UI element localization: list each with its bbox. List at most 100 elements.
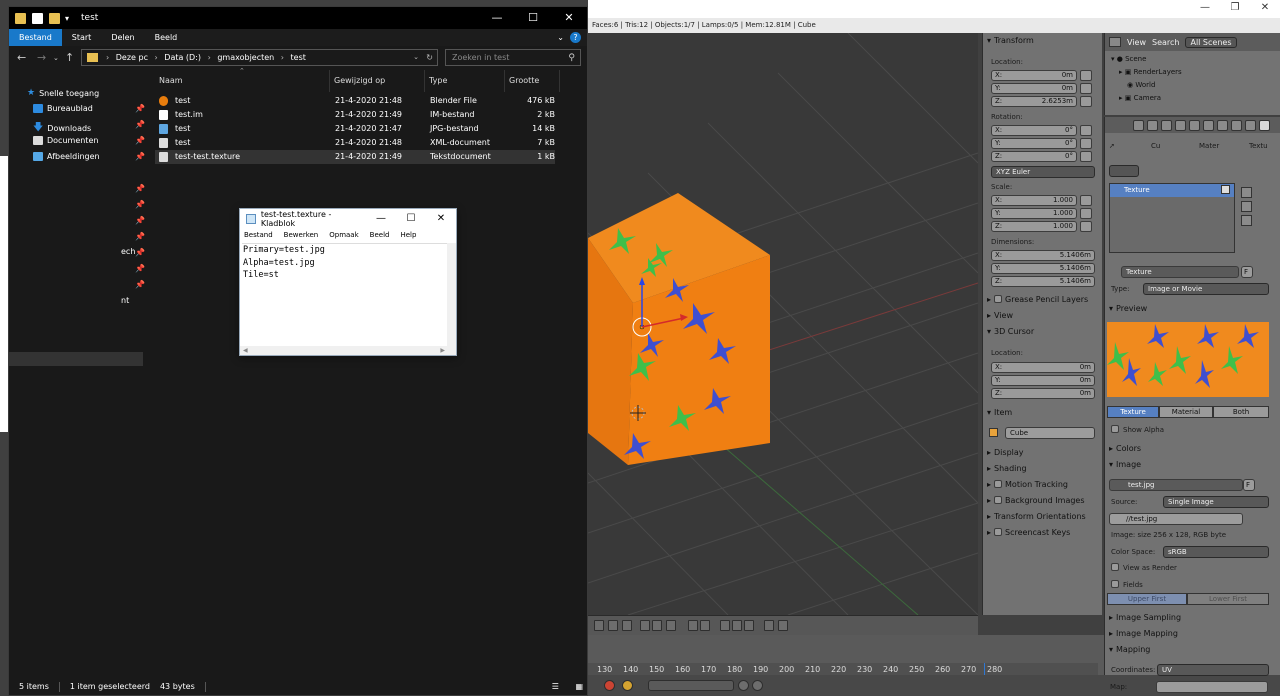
large-icons-view-icon[interactable]: ▦	[565, 682, 583, 691]
view-menu-button[interactable]	[594, 620, 604, 631]
search-input[interactable]: Zoeken in test ⚲	[445, 49, 581, 66]
minimize-icon[interactable]: —	[479, 7, 515, 29]
texture-context-switch[interactable]	[1109, 165, 1139, 177]
scale-z-field[interactable]: Z: 1.000	[991, 221, 1077, 232]
image-sampling-panel-header[interactable]: Image Sampling	[1109, 613, 1181, 622]
location-y-field[interactable]: Y: 0m	[991, 83, 1077, 94]
file-row[interactable]: test 21-4-2020 21:47 JPG-bestand 14 kB	[155, 122, 555, 136]
uv-map-field[interactable]	[1156, 681, 1268, 693]
file-row[interactable]: test 21-4-2020 21:48 Blender File 476 kB	[155, 94, 555, 108]
display-panel-header[interactable]: Display	[987, 448, 1024, 457]
up-arrow-icon[interactable]: ↑	[65, 51, 74, 64]
render-tab-icon[interactable]	[1133, 120, 1144, 131]
3d-cursor-panel-header[interactable]: 3D Cursor	[987, 327, 1034, 336]
column-divider[interactable]	[504, 70, 505, 92]
pin-icon[interactable]: ➚	[1109, 142, 1115, 150]
preview-material-tab[interactable]: Material	[1159, 406, 1213, 418]
background-images-panel-header[interactable]: Background Images	[987, 496, 1085, 505]
keyframe-icon[interactable]	[622, 680, 633, 691]
nav-item-quick-access[interactable]: ★ Snelle toegang	[27, 88, 99, 98]
context-object[interactable]: Cu	[1151, 142, 1160, 150]
outliner-search-menu[interactable]: Search	[1152, 38, 1179, 47]
3d-viewport[interactable]	[588, 33, 978, 615]
object-menu-button[interactable]	[640, 620, 650, 631]
preview-panel-header[interactable]: Preview	[1109, 304, 1147, 313]
display-mode-dropdown[interactable]: All Scenes	[1185, 36, 1237, 48]
keying-set-field[interactable]	[648, 680, 734, 691]
new-folder-quick-access-icon[interactable]	[49, 12, 60, 24]
image-source-dropdown[interactable]: Single Image	[1163, 496, 1269, 508]
nav-item-selected[interactable]	[9, 352, 143, 366]
recent-locations-icon[interactable]: ⌄	[53, 54, 59, 62]
texture-datablock-field[interactable]: Texture	[1121, 266, 1239, 278]
breadcrumb-test[interactable]: test	[291, 53, 306, 62]
lock-icon[interactable]	[1080, 96, 1092, 107]
scale-x-field[interactable]: X: 1.000	[991, 195, 1077, 206]
tab-start[interactable]: Start	[62, 29, 102, 46]
grease-pencil-panel-header[interactable]: Grease Pencil Layers	[987, 295, 1088, 304]
data-tab-icon[interactable]	[1231, 120, 1242, 131]
file-row[interactable]: test 21-4-2020 21:48 XML-document 7 kB	[155, 136, 555, 150]
column-divider[interactable]	[329, 70, 330, 92]
location-z-field[interactable]: Z: 2.6253m	[991, 96, 1077, 107]
nav-item-fragment[interactable]: nt	[121, 296, 129, 305]
cursor-y-field[interactable]: Y: 0m	[991, 375, 1095, 386]
tab-beeld[interactable]: Beeld	[145, 29, 188, 46]
scale-y-field[interactable]: Y: 1.000	[991, 208, 1077, 219]
menu-opmaak[interactable]: Opmaak	[329, 229, 358, 242]
column-header-name[interactable]: Naam	[159, 76, 183, 85]
preview-texture-tab[interactable]: Texture	[1107, 406, 1159, 418]
column-header-date[interactable]: Gewijzigd op	[334, 76, 385, 85]
lock-icon[interactable]	[1080, 195, 1092, 206]
menu-help[interactable]: Help	[400, 229, 416, 242]
lower-first-button[interactable]: Lower First	[1187, 593, 1269, 605]
column-divider[interactable]	[424, 70, 425, 92]
minimize-icon[interactable]: —	[366, 209, 396, 229]
breadcrumb-data-d[interactable]: Data (D:)	[164, 53, 201, 62]
properties-quick-access-icon[interactable]	[32, 12, 43, 24]
pivot-button[interactable]	[688, 620, 698, 631]
pin-icon[interactable]: 📌	[135, 184, 145, 193]
tab-delen[interactable]: Delen	[101, 29, 144, 46]
back-arrow-icon[interactable]: ←	[17, 51, 26, 64]
refresh-icon[interactable]: ↻	[426, 50, 433, 65]
move-slot-down-icon[interactable]	[1241, 215, 1252, 226]
view-panel-header[interactable]: View	[987, 311, 1013, 320]
column-header-size[interactable]: Grootte	[509, 76, 539, 85]
layer-button[interactable]	[744, 620, 754, 631]
rotation-x-field[interactable]: X: 0°	[991, 125, 1077, 136]
notepad-text-area[interactable]: Primary=test.jpg Alpha=test.jpg Tile=st	[242, 243, 449, 347]
context-material[interactable]: Mater	[1199, 142, 1219, 150]
texture-tab-icon[interactable]	[1259, 120, 1270, 131]
coordinates-dropdown[interactable]: UV	[1157, 664, 1269, 676]
pin-icon[interactable]: 📌	[135, 232, 145, 241]
pin-icon[interactable]: 📌	[135, 104, 145, 113]
vertical-scrollbar[interactable]	[447, 243, 456, 355]
motion-tracking-panel-header[interactable]: Motion Tracking	[987, 480, 1068, 489]
column-header-type[interactable]: Type	[429, 76, 447, 85]
render-button[interactable]	[778, 620, 788, 631]
dimension-z-field[interactable]: Z: 5.1406m	[991, 276, 1095, 287]
file-row-selected[interactable]: test-test.texture 21-4-2020 21:49 Tekstd…	[155, 150, 555, 164]
nav-item-documents[interactable]: Documenten	[33, 136, 98, 145]
quick-access-dropdown-icon[interactable]: ▾	[65, 14, 69, 23]
outliner-item-scene[interactable]: ▾ ● Scene	[1111, 55, 1146, 63]
manipulator-button[interactable]	[700, 620, 710, 631]
object-name-field[interactable]: Cube	[1005, 427, 1095, 439]
preview-both-tab[interactable]: Both	[1213, 406, 1269, 418]
image-filepath-field[interactable]: //test.jpg	[1109, 513, 1243, 525]
horizontal-scrollbar[interactable]: ◀ ▶	[240, 346, 448, 355]
lock-icon[interactable]	[1080, 208, 1092, 219]
rotation-y-field[interactable]: Y: 0°	[991, 138, 1077, 149]
nav-item-desktop[interactable]: Bureaublad	[33, 104, 93, 113]
cube-object[interactable]	[588, 193, 770, 465]
menu-bewerken[interactable]: Bewerken	[284, 229, 319, 242]
snap-button[interactable]	[764, 620, 774, 631]
restore-icon[interactable]: ❐	[1220, 0, 1250, 18]
cursor-x-field[interactable]: X: 0m	[991, 362, 1095, 373]
maximize-icon[interactable]: ☐	[515, 7, 551, 29]
shading-button[interactable]	[666, 620, 676, 631]
color-space-dropdown[interactable]: sRGB	[1163, 546, 1269, 558]
outliner-item-renderlayers[interactable]: ▸ ▣ RenderLayers	[1119, 68, 1182, 76]
timeline-cursor[interactable]	[984, 663, 985, 675]
